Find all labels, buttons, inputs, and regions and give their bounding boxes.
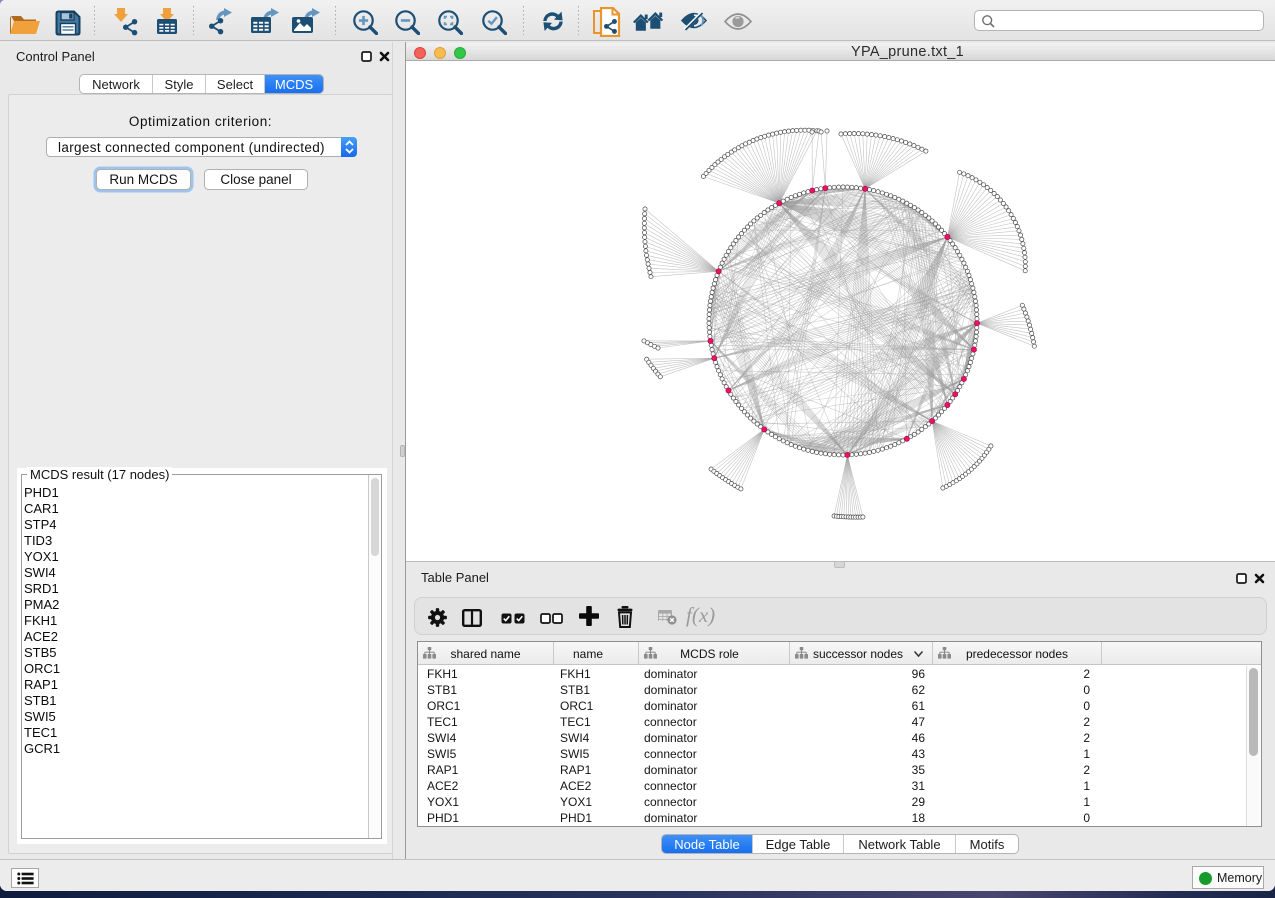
svg-text:f(x): f(x) [686,603,715,627]
